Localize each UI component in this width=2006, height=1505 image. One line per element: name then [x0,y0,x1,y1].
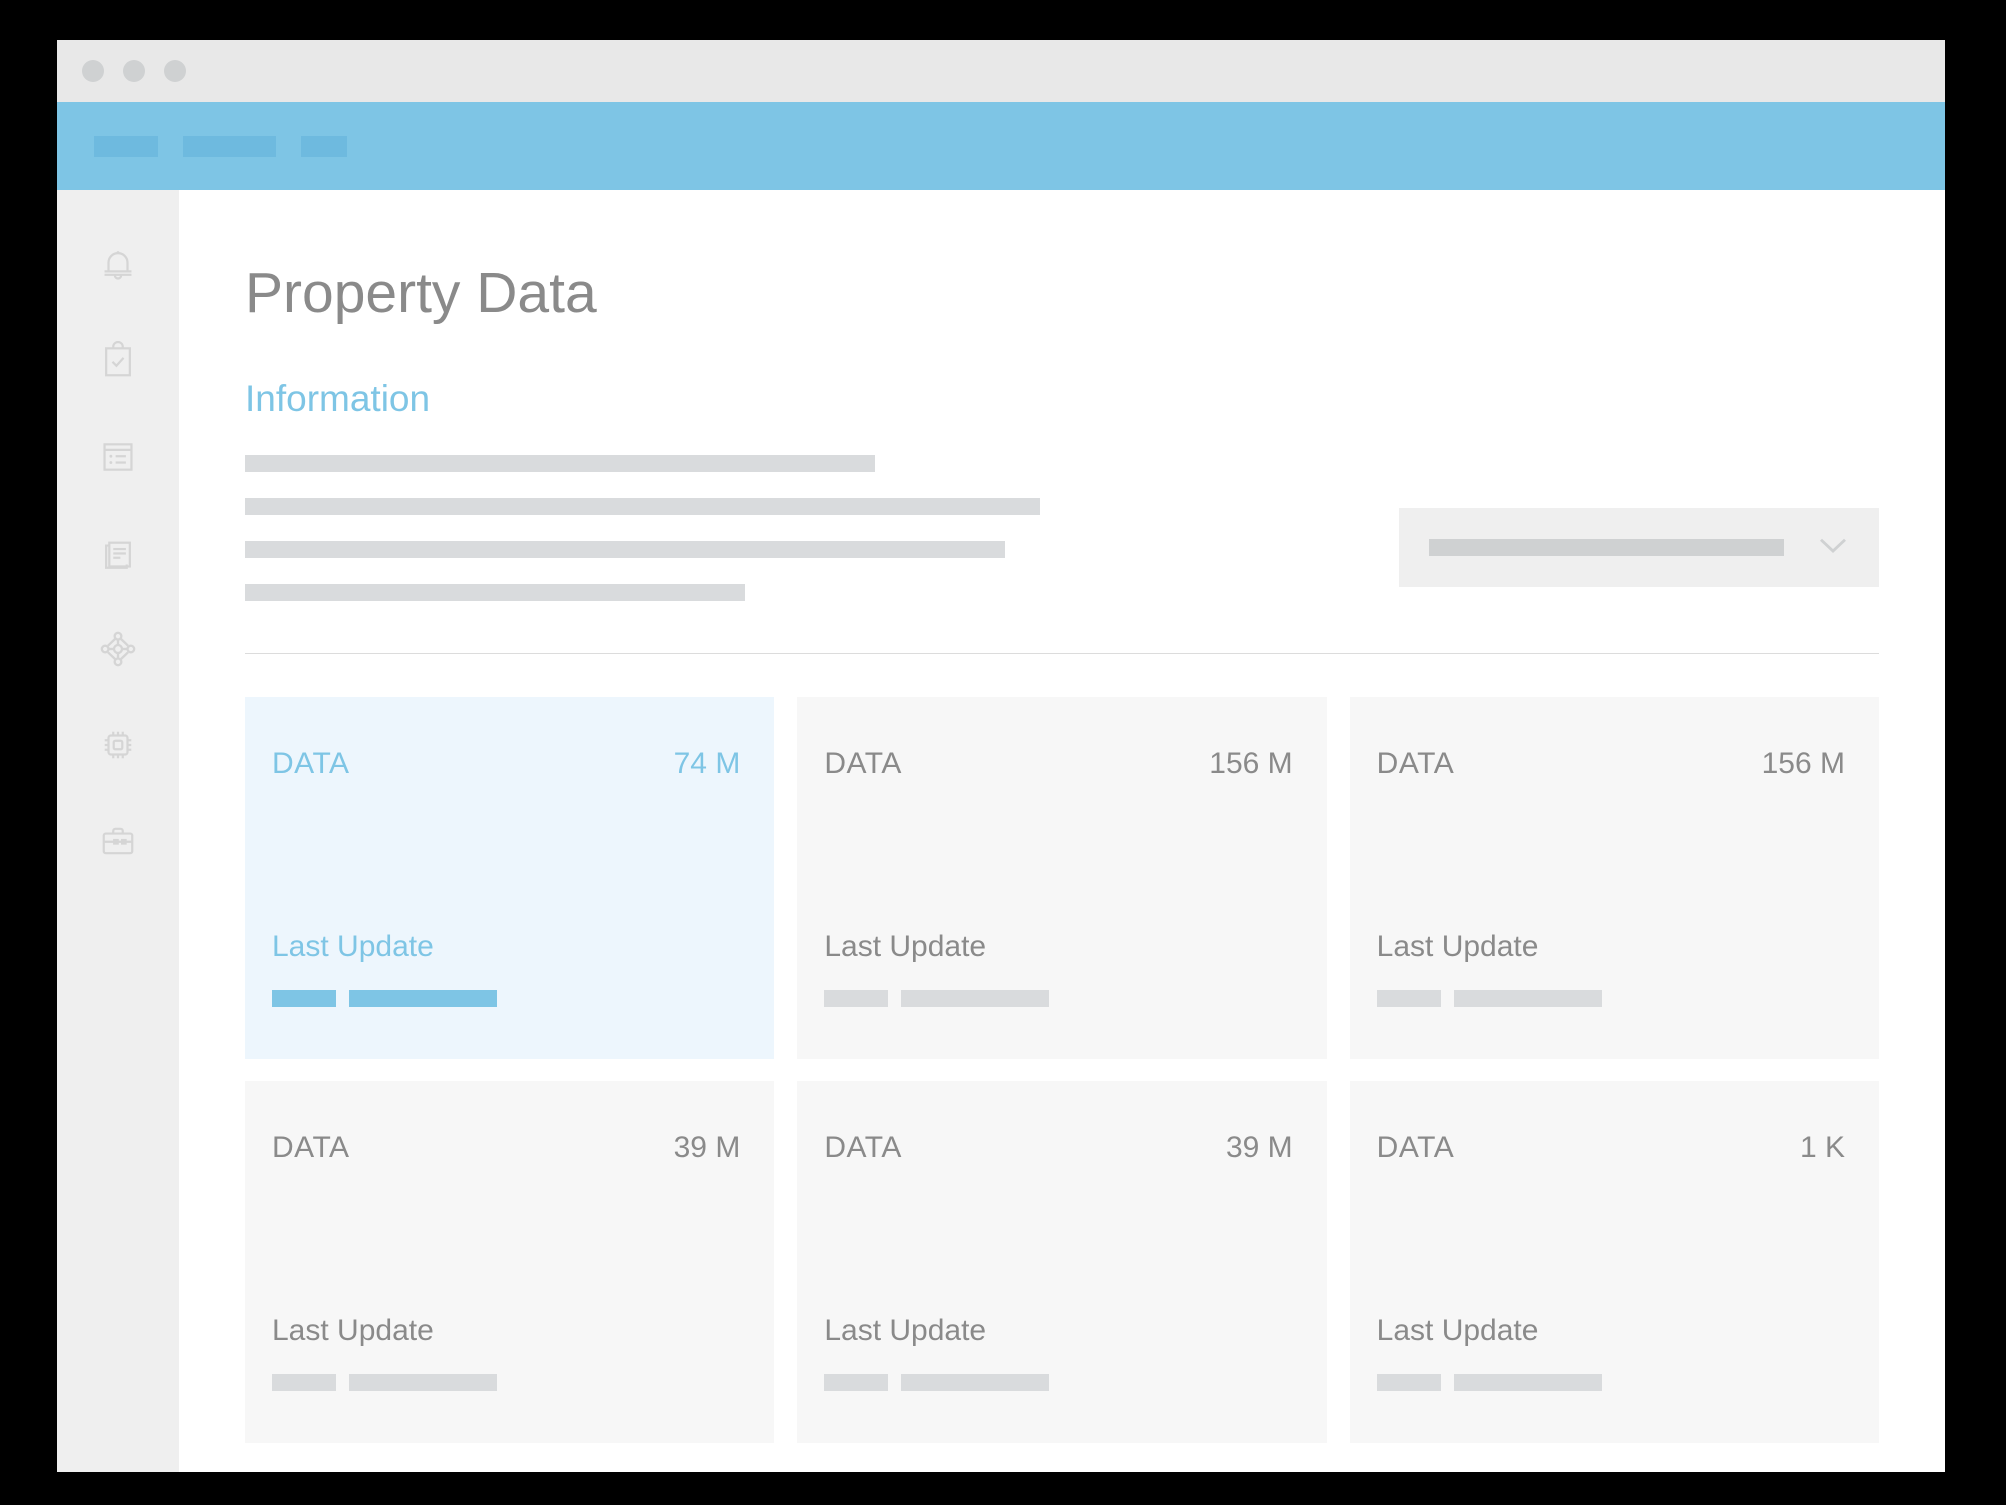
card-timestamp-placeholder [824,990,1050,1007]
card-label: DATA [824,1131,902,1164]
placeholder-bar [272,990,336,1007]
clipboard-check-icon [99,341,137,381]
info-placeholder-line [245,455,875,472]
network-nodes-icon [98,629,138,669]
card-last-update-label: Last Update [1376,930,1539,963]
data-card[interactable]: DATA 1 K Last Update [1349,1081,1879,1443]
data-card[interactable]: DATA 74 M Last Update [245,697,775,1059]
documents-icon [99,533,137,573]
section-divider [245,653,1879,654]
sidebar-item-network[interactable] [57,601,179,697]
main-content: Property Data Information DATA 74 M Last… [179,190,1945,1472]
bell-icon [99,245,137,285]
placeholder-bar [901,1374,1050,1391]
list-icon [99,437,137,477]
placeholder-bar [901,990,1050,1007]
card-footer: Last Update [824,1314,1050,1391]
placeholder-bar [349,1374,497,1391]
card-header: DATA 156 M [1377,747,1845,781]
sidebar-item-notifications[interactable] [57,217,179,313]
card-timestamp-placeholder [1376,990,1602,1007]
card-timestamp-placeholder [272,1374,497,1391]
data-card[interactable]: DATA 39 M Last Update [797,1081,1327,1443]
data-card-grid: DATA 74 M Last Update DATA 156 M Last Up… [245,697,1879,1443]
card-footer: Last Update [1376,1314,1602,1391]
card-label: DATA [272,1131,350,1164]
card-value: 39 M [1225,1131,1293,1164]
maximize-window-button[interactable] [164,60,186,82]
placeholder-bar [1453,1374,1602,1391]
card-value: 156 M [1761,747,1845,780]
card-header: DATA 39 M [824,1131,1292,1165]
window-titlebar [57,40,1945,102]
card-footer: Last Update [272,930,497,1007]
card-footer: Last Update [272,1314,497,1391]
placeholder-bar [824,990,889,1007]
info-placeholder-line [245,498,1040,515]
page-title: Property Data [245,261,597,325]
card-footer: Last Update [824,930,1050,1007]
card-last-update-label: Last Update [272,930,434,963]
sidebar-item-tasks[interactable] [57,313,179,409]
nav-item-1[interactable] [94,135,158,157]
card-last-update-label: Last Update [1376,1314,1539,1347]
card-last-update-label: Last Update [824,1314,987,1347]
dropdown-selected-value [1429,539,1784,556]
card-footer: Last Update [1376,930,1602,1007]
card-timestamp-placeholder [272,990,497,1007]
minimize-window-button[interactable] [123,60,145,82]
placeholder-bar [349,990,497,1007]
nav-item-3[interactable] [301,135,347,157]
card-last-update-label: Last Update [272,1314,434,1347]
card-label: DATA [1376,747,1455,780]
card-value: 39 M [673,1131,741,1164]
info-placeholder-line [245,541,1005,558]
card-header: DATA 1 K [1377,1131,1845,1165]
sidebar [57,190,179,1472]
card-header: DATA 156 M [824,747,1292,781]
placeholder-bar [824,1374,889,1391]
card-header: DATA 39 M [272,1131,740,1165]
sidebar-item-documents[interactable] [57,505,179,601]
chevron-down-icon[interactable] [1814,533,1852,562]
placeholder-bar [1376,1374,1441,1391]
placeholder-bar [1453,990,1602,1007]
browser-window: Property Data Information DATA 74 M Last… [57,40,1945,1472]
app-body: Property Data Information DATA 74 M Last… [57,190,1945,1472]
sidebar-item-records[interactable] [57,409,179,505]
placeholder-bar [272,1374,336,1391]
section-heading: Information [245,378,431,419]
placeholder-bar [1376,990,1441,1007]
filter-dropdown[interactable] [1399,508,1879,587]
sidebar-item-devices[interactable] [57,697,179,793]
chip-icon [99,725,137,765]
card-value: 156 M [1209,747,1293,780]
sidebar-item-business[interactable] [57,793,179,889]
card-timestamp-placeholder [1376,1374,1602,1391]
card-value: 1 K [1799,1131,1845,1164]
top-navigation-bar [57,102,1945,190]
card-timestamp-placeholder [824,1374,1050,1391]
information-block [245,455,1879,625]
card-label: DATA [824,747,902,780]
nav-item-2[interactable] [183,135,276,157]
close-window-button[interactable] [82,60,104,82]
info-placeholder-line [245,584,745,601]
data-card[interactable]: DATA 39 M Last Update [245,1081,775,1443]
data-card[interactable]: DATA 156 M Last Update [797,697,1327,1059]
data-card[interactable]: DATA 156 M Last Update [1349,697,1879,1059]
card-header: DATA 74 M [272,747,740,781]
card-label: DATA [272,747,350,780]
card-last-update-label: Last Update [824,930,987,963]
card-value: 74 M [673,747,741,780]
card-label: DATA [1376,1131,1455,1164]
briefcase-icon [99,821,137,861]
